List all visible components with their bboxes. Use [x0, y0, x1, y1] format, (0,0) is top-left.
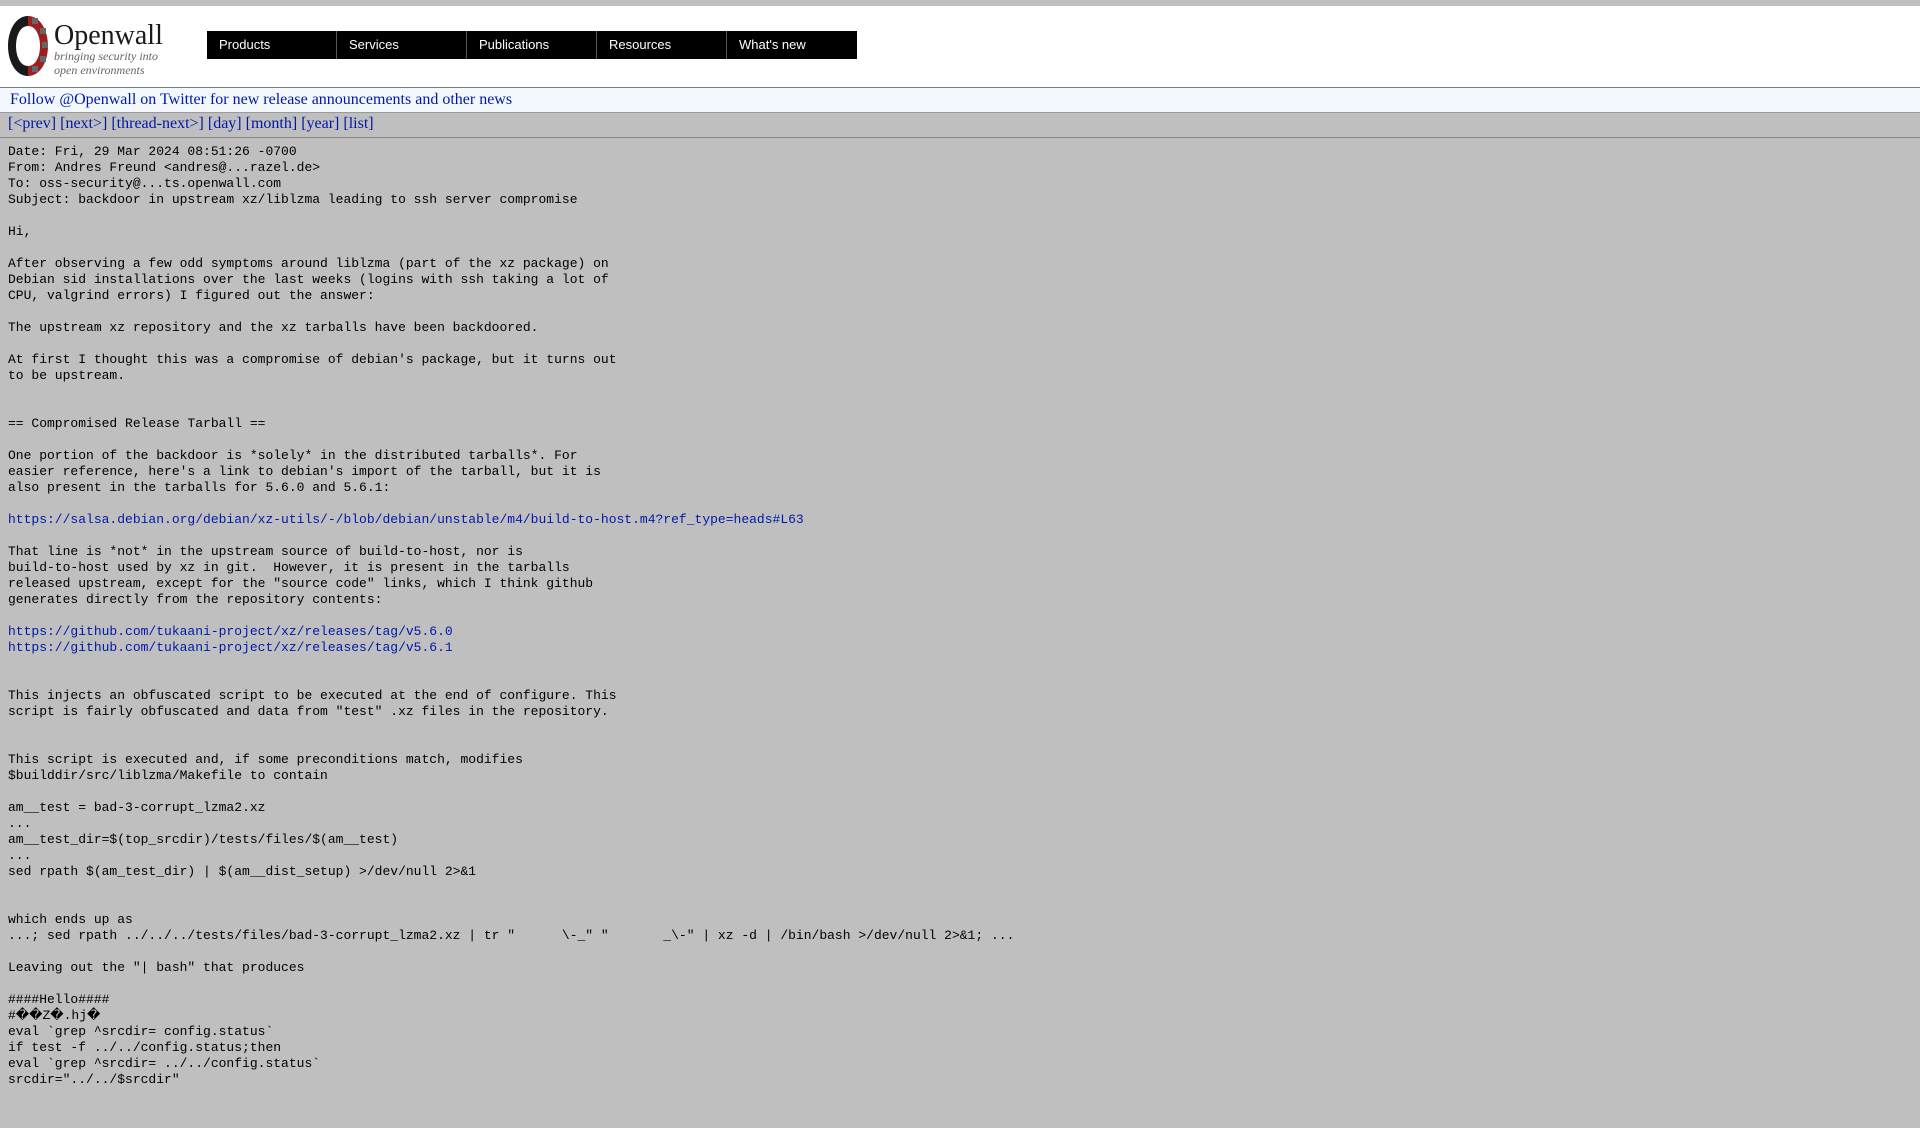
nav-thread-next[interactable]: [thread-next>]	[111, 115, 204, 132]
twitter-banner: Follow @Openwall on Twitter for new rele…	[0, 88, 1920, 113]
link-github-560[interactable]: https://github.com/tukaani-project/xz/re…	[8, 624, 453, 639]
nav-resources[interactable]: Resources	[597, 31, 727, 59]
email-body-3: This injects an obfuscated script to be …	[8, 688, 1014, 1087]
link-github-561[interactable]: https://github.com/tukaani-project/xz/re…	[8, 640, 453, 655]
thread-nav: [<prev] [next>] [thread-next>] [day] [mo…	[0, 113, 1920, 138]
email-body-1: Hi, After observing a few odd symptoms a…	[8, 224, 617, 495]
logo-wordmark: Openwall	[54, 20, 163, 51]
nav-day[interactable]: [day]	[208, 115, 242, 132]
email-body-2: That line is *not* in the upstream sourc…	[8, 544, 593, 607]
nav-whats-new[interactable]: What's new	[727, 31, 857, 59]
nav-next[interactable]: [next>]	[60, 115, 107, 132]
email-pre: Date: Fri, 29 Mar 2024 08:51:26 -0700 Fr…	[8, 144, 1912, 1088]
site-header: Openwall bringing security into open env…	[0, 6, 1920, 88]
openwall-logo[interactable]: Openwall bringing security into open env…	[6, 10, 194, 84]
logo-tagline-1: bringing security into	[54, 49, 158, 63]
logo-tagline-2: open environments	[54, 63, 145, 77]
nav-year[interactable]: [year]	[301, 115, 339, 132]
twitter-follow-link[interactable]: Follow @Openwall on Twitter for new rele…	[10, 91, 512, 108]
link-salsa-debian[interactable]: https://salsa.debian.org/debian/xz-utils…	[8, 512, 804, 527]
nav-publications[interactable]: Publications	[467, 31, 597, 59]
email-message: Date: Fri, 29 Mar 2024 08:51:26 -0700 Fr…	[0, 138, 1920, 1128]
nav-services[interactable]: Services	[337, 31, 467, 59]
nav-list[interactable]: [list]	[343, 115, 373, 132]
nav-prev[interactable]: [<prev]	[8, 115, 56, 132]
primary-nav: Products Services Publications Resources…	[207, 31, 857, 59]
nav-month[interactable]: [month]	[246, 115, 298, 132]
email-headers: Date: Fri, 29 Mar 2024 08:51:26 -0700 Fr…	[8, 144, 578, 207]
nav-products[interactable]: Products	[207, 31, 337, 59]
